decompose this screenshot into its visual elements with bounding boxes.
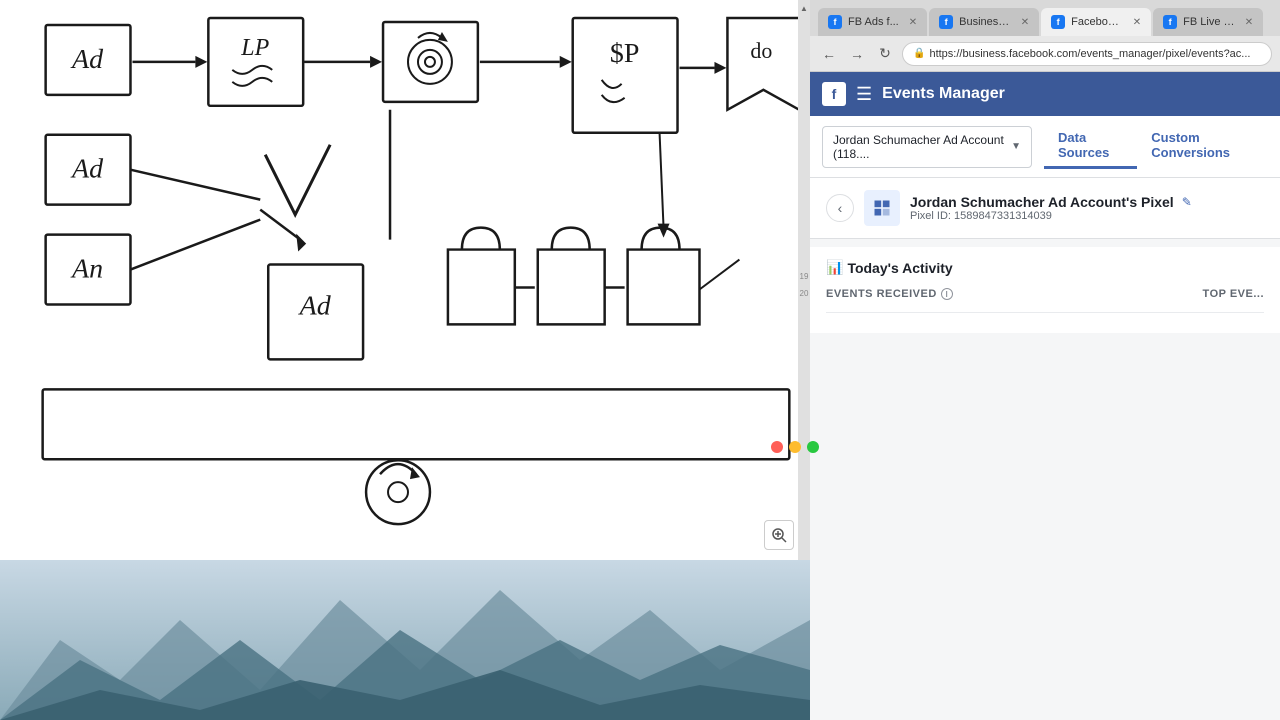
activity-title: 📊 Today's Activity (826, 259, 1264, 276)
mountain-background-left (0, 560, 810, 720)
events-received-label: EVENTS RECEIVED i (826, 288, 953, 300)
account-selector[interactable]: Jordan Schumacher Ad Account (118.... ▼ (822, 126, 1032, 168)
right-panel: f FB Ads f... ✕ f Business M... ✕ f Face… (810, 0, 1280, 720)
tab-close-icon[interactable]: ✕ (1021, 17, 1029, 28)
tab-data-sources[interactable]: Data Sources (1044, 124, 1137, 169)
activity-divider (826, 312, 1264, 321)
hamburger-icon[interactable]: ☰ (856, 84, 872, 105)
maximize-button[interactable] (807, 441, 819, 453)
svg-text:An: An (70, 254, 103, 285)
svg-text:Ad: Ad (70, 44, 104, 75)
fb-header: f ☰ Events Manager (810, 72, 1280, 116)
info-icon[interactable]: i (941, 288, 953, 300)
pixel-id: Pixel ID: 1589847331314039 (910, 210, 1264, 222)
scroll-up-arrow[interactable]: ▲ (798, 0, 810, 16)
tab-fb-ads[interactable]: f FB Ads f... ✕ (818, 8, 927, 36)
whiteboard[interactable]: Ad LP (0, 0, 810, 570)
tab-close-icon[interactable]: ✕ (909, 17, 917, 28)
pixel-back-button[interactable]: ‹ (826, 194, 854, 222)
address-bar: ← → ↻ 🔒 https://business.facebook.com/ev… (810, 36, 1280, 72)
svg-text:do: do (750, 38, 772, 63)
close-button[interactable] (771, 441, 783, 453)
browser-tabs: f FB Ads f... ✕ f Business M... ✕ f Face… (810, 0, 1280, 36)
lock-icon: 🔒 (913, 48, 925, 59)
fb-logo: f (822, 82, 846, 106)
account-bar: Jordan Schumacher Ad Account (118.... ▼ … (810, 116, 1280, 178)
url-bar[interactable]: 🔒 https://business.facebook.com/events_m… (902, 42, 1272, 66)
refresh-nav-button[interactable]: ↻ (874, 43, 896, 65)
back-nav-button[interactable]: ← (818, 43, 840, 65)
pixel-icon (864, 190, 900, 226)
pixel-header: ‹ Jordan Schumacher Ad Account's Pixel ✎ (826, 190, 1264, 226)
tab-custom-conversions[interactable]: Custom Conversions (1137, 124, 1268, 169)
svg-text:Ad: Ad (70, 154, 104, 185)
chart-icon: 📊 (826, 259, 843, 276)
top-events-label: TOP EVE... (1203, 288, 1264, 300)
pixel-info: Jordan Schumacher Ad Account's Pixel ✎ P… (910, 194, 1264, 222)
account-chevron-icon: ▼ (1011, 141, 1021, 152)
left-panel: Ad LP (0, 0, 810, 720)
activity-section: 📊 Today's Activity EVENTS RECEIVED i TOP… (810, 247, 1280, 333)
activity-labels: EVENTS RECEIVED i TOP EVE... (826, 288, 1264, 300)
traffic-lights (771, 441, 819, 453)
fb-content: Jordan Schumacher Ad Account (118.... ▼ … (810, 116, 1280, 720)
minimize-button[interactable] (789, 441, 801, 453)
pixel-name: Jordan Schumacher Ad Account's Pixel (910, 194, 1174, 210)
zoom-button[interactable] (764, 520, 794, 550)
svg-text:LP: LP (240, 35, 269, 61)
tab-close-icon[interactable]: ✕ (1133, 17, 1141, 28)
svg-text:$P: $P (610, 38, 640, 69)
forward-nav-button[interactable]: → (846, 43, 868, 65)
tab-fb-live[interactable]: f FB Live We... ✕ (1153, 8, 1263, 36)
scroll-numbers: 19 20 (800, 16, 809, 554)
tab-facebook-p[interactable]: f Facebook P... ✕ (1041, 8, 1151, 36)
pixel-section: ‹ Jordan Schumacher Ad Account's Pixel ✎ (810, 178, 1280, 239)
whiteboard-svg: Ad LP (0, 0, 810, 569)
fb-header-title: Events Manager (882, 85, 1005, 103)
chevron-left-icon: ‹ (838, 200, 843, 216)
tab-business[interactable]: f Business M... ✕ (929, 8, 1039, 36)
edit-pixel-icon[interactable]: ✎ (1182, 195, 1192, 209)
whiteboard-scrollbar[interactable]: ▲ 19 20 ▼ (798, 0, 810, 570)
nav-tabs: Data Sources Custom Conversions (1044, 124, 1268, 169)
svg-text:Ad: Ad (298, 290, 332, 321)
tab-close-icon[interactable]: ✕ (1245, 17, 1253, 28)
